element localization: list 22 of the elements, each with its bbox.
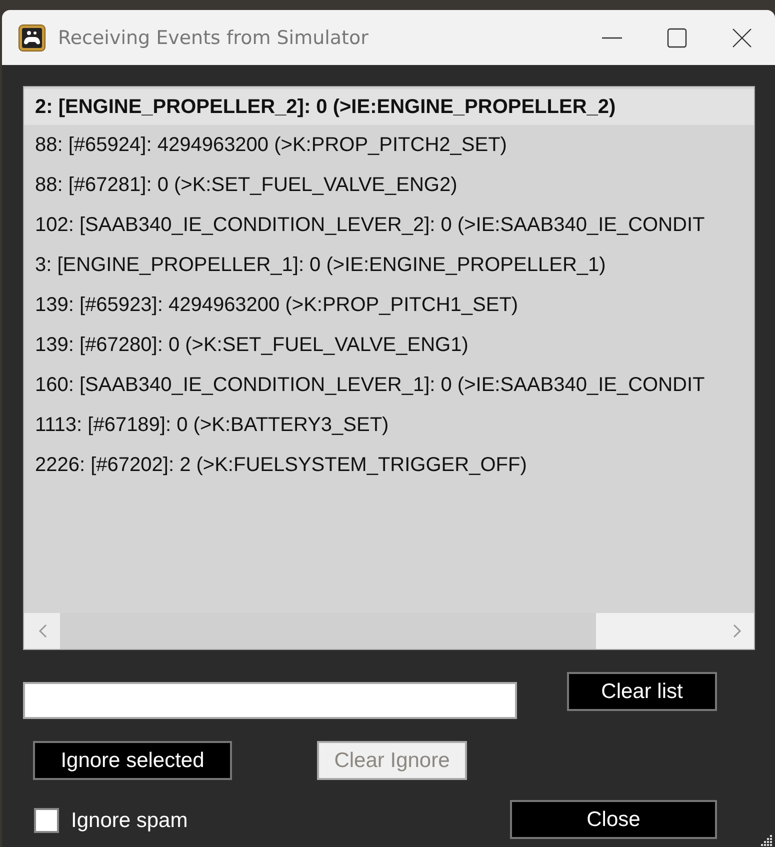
- input-field[interactable]: [23, 682, 517, 719]
- maximize-icon[interactable]: [667, 28, 687, 48]
- event-row[interactable]: 139: [#67280]: 0 (>K:SET_FUEL_VALVE_ENG1): [24, 325, 754, 365]
- window-title: Receiving Events from Simulator: [58, 26, 368, 48]
- close-button[interactable]: Close: [510, 800, 717, 839]
- clear-list-button[interactable]: Clear list: [567, 672, 717, 711]
- event-row[interactable]: 1113: [#67189]: 0 (>K:BATTERY3_SET): [24, 405, 754, 445]
- horizontal-scrollbar[interactable]: [24, 613, 754, 649]
- event-row[interactable]: 88: [#65924]: 4294963200 (>K:PROP_PITCH2_SET): [24, 125, 754, 165]
- event-row[interactable]: 2226: [#67202]: 2 (>K:FUELSYSTEM_TRIGGER_OFF): [24, 445, 754, 485]
- event-row[interactable]: 3: [ENGINE_PROPELLER_1]: 0 (>IE:ENGINE_PROPELLER_1): [24, 245, 754, 285]
- resize-grip-icon[interactable]: [759, 833, 773, 847]
- ignore-selected-button[interactable]: Ignore selected: [33, 741, 232, 780]
- event-row[interactable]: 88: [#67281]: 0 (>K:SET_FUEL_VALVE_ENG2): [24, 165, 754, 205]
- event-row[interactable]: 160: [SAAB340_IE_CONDITION_LEVER_1]: 0 (>IE:SAAB340_IE_CONDIT: [24, 365, 754, 405]
- gamepad-icon: [18, 24, 46, 52]
- checkbox[interactable]: [34, 808, 59, 833]
- checkbox-label: Ignore spam: [71, 808, 188, 832]
- event-row[interactable]: 2: [ENGINE_PROPELLER_2]: 0 (>IE:ENGINE_PROPELLER_2): [24, 89, 754, 125]
- event-row[interactable]: 102: [SAAB340_IE_CONDITION_LEVER_2]: 0 (>IE:SAAB340_IE_CONDIT: [24, 205, 754, 245]
- event-row[interactable]: 139: [#65923]: 4294963200 (>K:PROP_PITCH1_SET): [24, 285, 754, 325]
- close-icon[interactable]: [732, 28, 752, 48]
